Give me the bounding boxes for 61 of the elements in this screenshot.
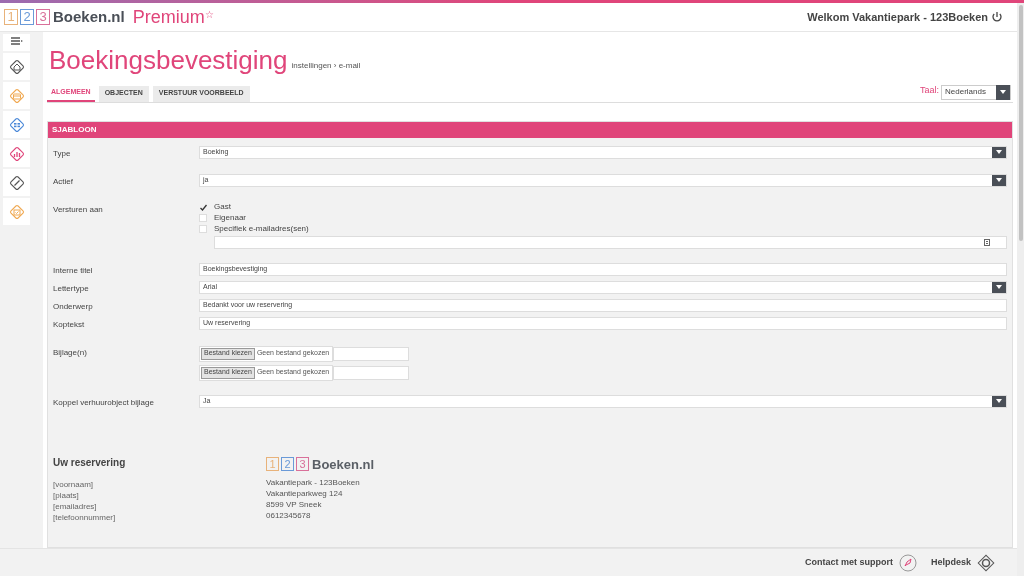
sidebar-item[interactable] (3, 111, 30, 138)
sidebar-item[interactable] (3, 34, 30, 51)
field-label: Koppel verhuurobject bijlage (53, 396, 155, 409)
placeholder-tag: [plaats] (53, 489, 266, 501)
sidebar-item[interactable] (3, 53, 30, 80)
lifebuoy-icon (977, 553, 995, 572)
language-label: Taal: (920, 84, 939, 97)
logo-digit: 2 (281, 457, 294, 472)
footer-link[interactable]: Contact met support (804, 555, 893, 570)
address-line: 0612345678 (266, 510, 312, 521)
placeholder-tag: [emailadres] (53, 500, 266, 512)
caret-icon (996, 285, 1002, 289)
caret-icon (1000, 90, 1006, 94)
check-icon (8, 203, 25, 220)
checkmark-icon (199, 203, 207, 211)
panel-header: SJABLOON (48, 121, 1012, 138)
address-line: 8599 VP Sneek (266, 499, 323, 510)
input-field[interactable] (333, 365, 410, 380)
field-label: Onderwerp (53, 300, 94, 313)
field-label: Versturen aan (53, 203, 104, 216)
address-line: Vakantieparkweg 124 (266, 488, 344, 499)
logo-digit: 1 (4, 9, 18, 25)
caret-icon (996, 150, 1002, 154)
field-label: Interne titel (53, 264, 94, 277)
checkbox[interactable] (199, 203, 207, 211)
field-label: Type (53, 147, 72, 160)
field-label: Lettertype (53, 282, 90, 295)
logo-digit: 3 (36, 9, 50, 25)
link-icon (8, 174, 25, 191)
caret-icon (996, 178, 1002, 182)
scrollbar[interactable] (1017, 3, 1024, 576)
logo-digit: 2 (20, 9, 34, 25)
grid-icon (8, 116, 25, 133)
language-select[interactable]: Nederlands (941, 84, 1011, 100)
field-label: Actief (53, 175, 74, 188)
logo-digit: 3 (296, 457, 309, 472)
chart-icon (8, 145, 25, 162)
footer-link[interactable]: Helpdesk (930, 555, 971, 570)
input-field[interactable] (333, 346, 410, 361)
page-title: Boekingsbevestiging (49, 46, 288, 74)
caret-icon (996, 399, 1002, 403)
welcome-text: Welkom Vakantiepark - 123Boeken (807, 9, 988, 25)
checkbox-label: Specifiek e-mailadres(sen) (214, 223, 309, 235)
checkbox-label: Gast (214, 201, 231, 213)
power-icon[interactable] (991, 11, 1003, 23)
logo-digit: 1 (266, 457, 279, 472)
checkbox-label: Eigenaar (214, 212, 247, 224)
card-icon (8, 87, 25, 104)
input-field[interactable] (214, 235, 1007, 249)
placeholder-tag: [voornaam] (53, 478, 266, 490)
field-label: Koptekst (53, 318, 86, 331)
sidebar-item[interactable] (3, 169, 30, 196)
sidebar-item[interactable] (3, 140, 30, 167)
placeholder-tag: [telefoonnummer] (53, 511, 266, 523)
edition-label: Premium$^{☆}$ (132, 5, 214, 29)
field-label: Bijlage(n) (53, 346, 88, 359)
logo-name: Boeken.nl (312, 455, 375, 474)
logo-name: Boeken.nl (53, 6, 125, 27)
preview-heading: Uw reservering (53, 455, 127, 470)
address-line: Vakantiepark - 123Boeken (266, 477, 361, 488)
breadcrumb: instellingen › e-mail (291, 60, 361, 72)
